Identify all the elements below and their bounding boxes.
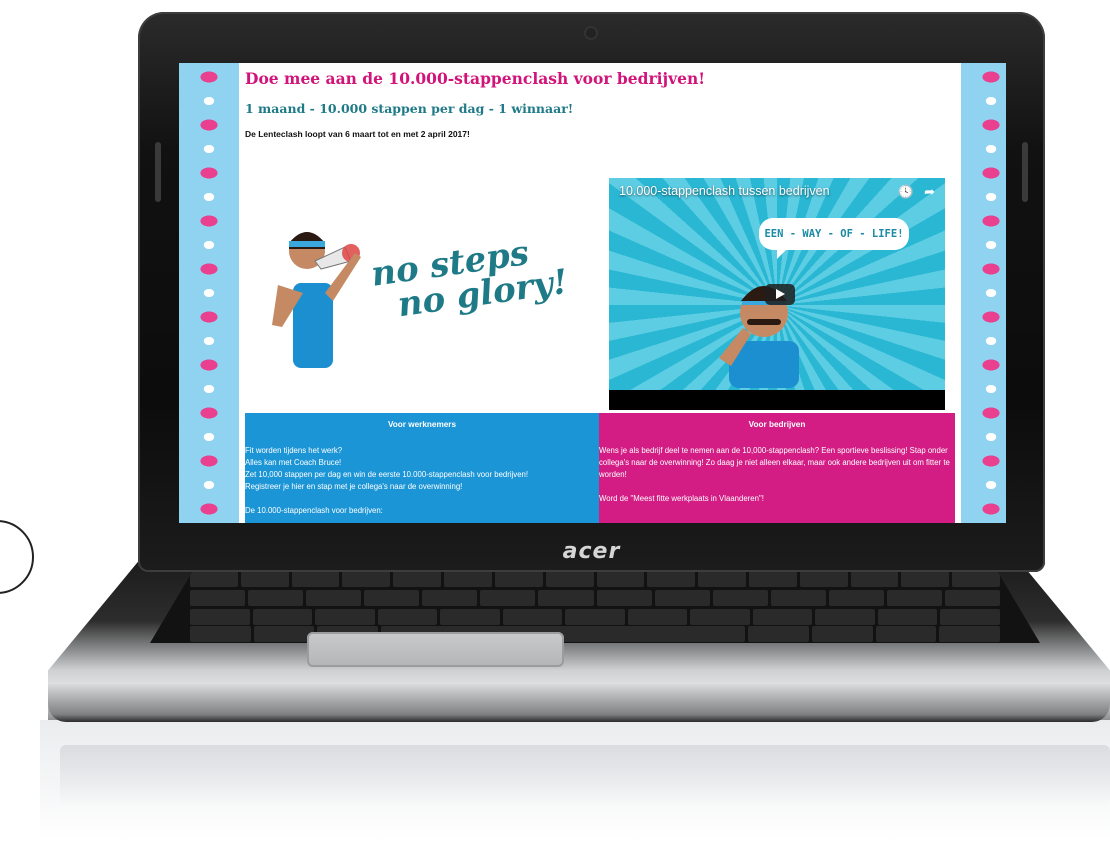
employees-line: De 10.000-stappenclash voor bedrijven: — [245, 506, 383, 515]
companies-line: Word de "Meest fitte werkplaats in Vlaan… — [599, 494, 764, 503]
decorative-circle — [0, 520, 34, 594]
trackpad[interactable] — [307, 632, 564, 667]
pattern-strip-right — [961, 63, 1006, 523]
brand-logo: acer — [562, 539, 621, 564]
companies-panel: Voor bedrijven Wens je als bedrijf deel … — [599, 413, 955, 523]
laptop-front-edge — [48, 684, 1110, 722]
employees-line: Fit worden tijdens het werk? — [245, 446, 343, 455]
coach-megaphone-image — [272, 232, 361, 368]
clock-icon[interactable]: 🕓 — [898, 184, 914, 200]
laptop-screen: Doe mee aan de 10.000-stappenclash voor … — [179, 63, 1006, 523]
coach-pointing-image — [719, 286, 799, 388]
companies-title: Voor bedrijven — [748, 420, 806, 429]
employees-line[interactable]: Registreer je hier en stap met je colleg… — [245, 481, 599, 493]
employees-title: Voor werknemers — [387, 420, 457, 429]
share-icon[interactable]: ➦ — [924, 184, 935, 200]
video-title[interactable]: 10.000-stappenclash tussen bedrijven — [619, 184, 830, 198]
webcam-icon — [586, 28, 596, 38]
play-button[interactable] — [765, 284, 795, 305]
web-page: Doe mee aan de 10.000-stappenclash voor … — [239, 63, 961, 523]
hero-banner: no steps no glory! — [255, 203, 585, 373]
campaign-dates: De Lenteclash loopt van 6 maart tot en m… — [245, 129, 470, 139]
page-subtitle: 1 maand - 10.000 stappen per dag - 1 win… — [245, 101, 574, 116]
slogan-text: no steps no glory! — [368, 233, 571, 326]
video-player[interactable]: 10.000-stappenclash tussen bedrijven 🕓 ➦… — [609, 178, 945, 410]
table-reflection — [40, 720, 1110, 847]
employees-line: Alles kan met Coach Bruce! — [245, 458, 342, 467]
employees-line: Zet 10,000 stappen per dag en win de eer… — [245, 470, 529, 479]
page-title: Doe mee aan de 10.000-stappenclash voor … — [245, 69, 706, 88]
companies-line: Wens je als bedrijf deel te nemen aan de… — [599, 446, 950, 479]
employees-panel: Voor werknemers Fit worden tijdens het w… — [245, 413, 599, 523]
pattern-strip-left — [179, 63, 239, 523]
speech-bubble: EEN - WAY - OF - LIFE! — [759, 218, 909, 259]
laptop-keyboard — [150, 568, 1040, 643]
